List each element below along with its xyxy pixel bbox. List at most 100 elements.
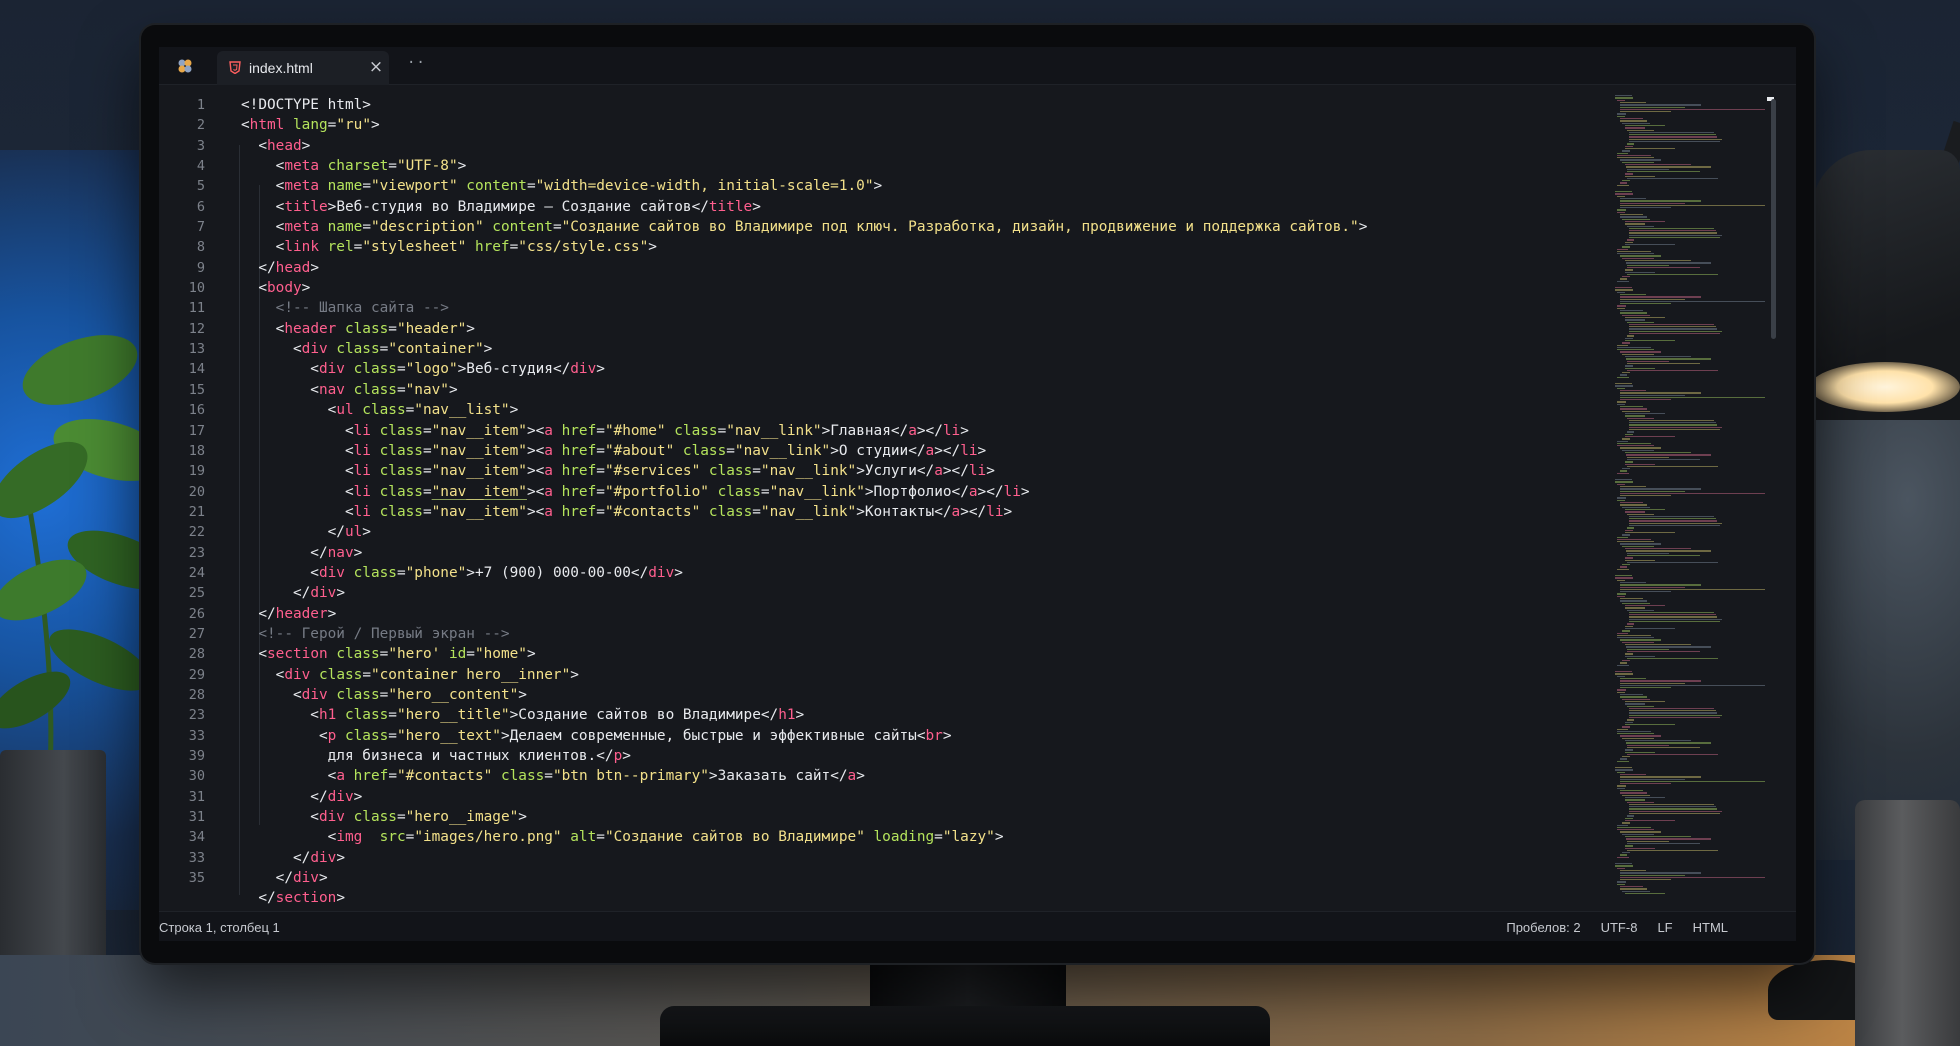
code-token-str: "hero__image" (405, 809, 519, 826)
line-number: 34 (188, 829, 205, 846)
line-ending-setting[interactable]: LF (1657, 920, 1672, 935)
code-line[interactable]: </div> (241, 868, 1621, 888)
code-line[interactable]: <ul class="nav__list"> (241, 400, 1621, 420)
code-token-punc: = (466, 646, 475, 663)
minimap-line (1619, 214, 1644, 216)
code-line[interactable]: </div> (241, 787, 1621, 807)
code-editor-window: index.html × ·· 1 2 3 4 5 6 7 8 9 10 11 12 13 14 15 16 1… (159, 47, 1796, 941)
code-line[interactable]: </div> (241, 848, 1621, 868)
minimap-line (1629, 232, 1718, 234)
code-token-punc: > (509, 707, 519, 724)
line-number: 26 (188, 605, 205, 622)
code-token-punc: </ (241, 544, 328, 561)
minimap-line (1624, 799, 1646, 801)
code-line[interactable]: <div class="logo">Веб-студия</div> (241, 359, 1621, 379)
code-line[interactable]: <div class="hero__content"> (241, 685, 1621, 705)
minimap-line (1619, 639, 1661, 641)
minimap-line (1624, 557, 1633, 559)
code-line[interactable]: <li class="nav__item"><a href="#services… (241, 461, 1621, 481)
code-line[interactable]: </header> (241, 604, 1621, 624)
code-line[interactable]: </ul> (241, 522, 1621, 542)
code-line[interactable]: <meta charset="UTF-8"> (241, 156, 1621, 176)
code-token-tag: title (708, 198, 753, 215)
code-line[interactable]: <body> (241, 278, 1621, 298)
code-token-tag: li (942, 422, 961, 439)
indentation-setting[interactable]: Пробелов: 2 (1506, 920, 1580, 935)
code-token-tag: a (544, 442, 553, 459)
minimap[interactable] (1615, 95, 1775, 907)
minimap-line (1622, 534, 1630, 536)
code-line[interactable]: <div class="container"> (241, 339, 1621, 359)
code-token-txt: Веб-студия (466, 361, 553, 378)
minimap-line (1629, 810, 1723, 813)
line-number: 16 (188, 402, 205, 419)
code-token-tag: ul (336, 402, 354, 419)
code-token-str: "container" (388, 341, 484, 358)
code-line[interactable]: <h1 class="hero__title">Создание сайтов … (241, 705, 1621, 725)
more-tabs-icon[interactable]: ·· (407, 55, 426, 71)
code-line[interactable]: <header class="header"> (241, 319, 1621, 339)
code-line[interactable]: <title>Веб-студия во Владимире — Создани… (241, 197, 1621, 217)
code-line[interactable]: <img src="images/hero.png" alt="Создание… (241, 827, 1621, 847)
code-token-punc: <!DOCTYPE html> (241, 97, 371, 113)
code-token-punc: </ (552, 361, 571, 378)
code-token-punc: < (241, 442, 354, 459)
code-line[interactable]: <link rel="stylesheet" href="css/style.c… (241, 237, 1621, 257)
code-line[interactable]: <li class="nav__item"><a href="#contacts… (241, 502, 1621, 522)
code-line[interactable]: <meta name="viewport" content="width=dev… (241, 176, 1621, 196)
line-number: 31 (188, 788, 205, 805)
code-line[interactable]: <a href="#contacts" class="btn btn--prim… (241, 766, 1621, 786)
minimap-line (1619, 101, 1646, 104)
code-line[interactable]: <head> (241, 136, 1621, 156)
minimap-line (1627, 177, 1719, 180)
code-line[interactable]: <!-- Герой / Первый экран --> (241, 624, 1621, 644)
language-mode[interactable]: HTML (1693, 920, 1728, 935)
code-line[interactable]: <div class="container hero__inner"> (241, 665, 1621, 685)
encoding-setting[interactable]: UTF-8 (1601, 920, 1638, 935)
code-token-punc: > (336, 585, 345, 602)
code-token-punc: = (596, 442, 605, 459)
code-token-punc: > (518, 809, 527, 826)
editor-area[interactable]: 1 2 3 4 5 6 7 8 9 10 11 12 13 14 15 16 17 18 19 20 21 22 23 24 2… (159, 85, 1629, 911)
code-line[interactable]: <!-- Шапка сайта --> (241, 298, 1621, 318)
code-line[interactable]: </nav> (241, 543, 1621, 563)
minimap-line (1624, 241, 1633, 243)
code-line[interactable]: <li class="nav__item"><a href="#about" c… (241, 441, 1621, 461)
code-line[interactable]: <div class="hero__image"> (241, 807, 1621, 827)
tab-index-html[interactable]: index.html × (217, 51, 389, 85)
code-line[interactable]: <div class="phone">+7 (900) 000-00-00</d… (241, 563, 1621, 583)
code-line[interactable]: </section> (241, 888, 1621, 908)
code-line[interactable]: <!DOCTYPE html> (241, 95, 1621, 115)
line-number: 5 (196, 178, 205, 195)
minimap-line (1617, 593, 1626, 595)
minimap-line (1617, 253, 1655, 255)
code-line[interactable]: <html lang="ru"> (241, 115, 1621, 135)
code-line[interactable]: <li class="nav__item"><a href="#portfoli… (241, 482, 1621, 502)
code-line[interactable]: <nav class="nav"> (241, 380, 1621, 400)
close-icon[interactable]: × (367, 57, 385, 77)
cursor-position[interactable]: Строка 1, столбец 1 (159, 920, 280, 935)
code-content[interactable]: <!DOCTYPE html> <html lang="ru"> <head> <… (241, 95, 1621, 909)
code-token-txt: Контакты (864, 503, 935, 520)
code-token-punc: > (1020, 483, 1030, 500)
minimap-line (1629, 141, 1720, 143)
minimap-line (1629, 234, 1723, 237)
code-line[interactable]: </head> (241, 258, 1621, 278)
line-number: 2 (196, 117, 205, 134)
app-logo-icon[interactable] (177, 58, 193, 74)
vertical-scrollbar[interactable] (1771, 99, 1776, 339)
minimap-line (1617, 536, 1629, 538)
code-line[interactable]: <p class="hero__text">Делаем современные… (241, 726, 1621, 746)
code-line[interactable]: для бизнеса и частных клиентов.</p> (241, 746, 1621, 766)
code-line[interactable]: <meta name="description" content="Создан… (241, 217, 1621, 237)
minimap-line (1617, 307, 1625, 310)
minimap-line (1617, 568, 1630, 571)
code-token-str: "nav__item" (431, 442, 527, 459)
minimap-line (1619, 111, 1671, 113)
minimap-line (1624, 164, 1692, 166)
code-line[interactable]: </div> (241, 583, 1621, 603)
code-token-punc: = (422, 442, 432, 459)
code-line[interactable]: <section class="hero' id="home"> (241, 644, 1621, 664)
code-token-tag: a (544, 463, 553, 480)
code-line[interactable]: <li class="nav__item"><a href="#home" cl… (241, 421, 1621, 441)
